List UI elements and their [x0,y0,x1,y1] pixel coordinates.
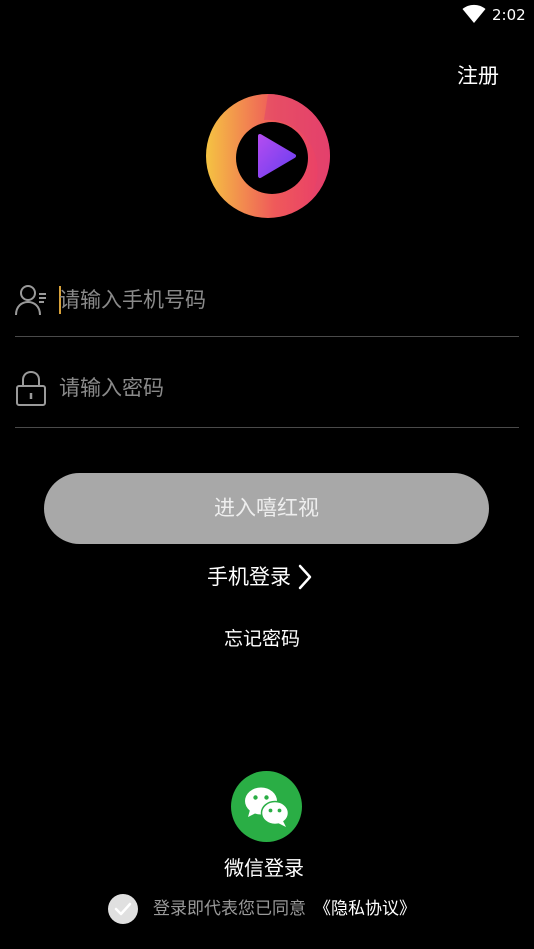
password-field [15,362,519,428]
agreement-checkbox[interactable] [108,894,138,924]
chevron-right-icon [298,564,312,590]
agreement-row: 登录即代表您已同意 《隐私协议》 [108,894,416,924]
wechat-icon [245,787,290,827]
forgot-password-link[interactable]: 忘记密码 [224,625,300,653]
phone-input[interactable] [59,276,499,324]
phone-field [15,270,519,337]
check-icon [114,902,132,916]
enter-button[interactable]: 进入嘻红视 [44,473,489,544]
register-link[interactable]: 注册 [457,62,499,90]
agreement-text: 登录即代表您已同意 [153,899,306,919]
phone-login-label: 手机登录 [207,565,291,589]
status-bar: 2:02 [0,0,534,30]
play-logo-icon [206,94,330,218]
lock-icon [16,370,46,406]
wifi-icon [462,4,486,23]
wechat-login-button[interactable] [231,771,302,842]
password-input[interactable] [59,364,499,412]
privacy-agreement-link[interactable]: 《隐私协议》 [314,896,416,922]
phone-login-link[interactable]: 手机登录 [207,561,313,593]
user-icon [15,285,46,316]
status-time: 2:02 [492,6,526,24]
wechat-login-label: 微信登录 [224,856,304,880]
